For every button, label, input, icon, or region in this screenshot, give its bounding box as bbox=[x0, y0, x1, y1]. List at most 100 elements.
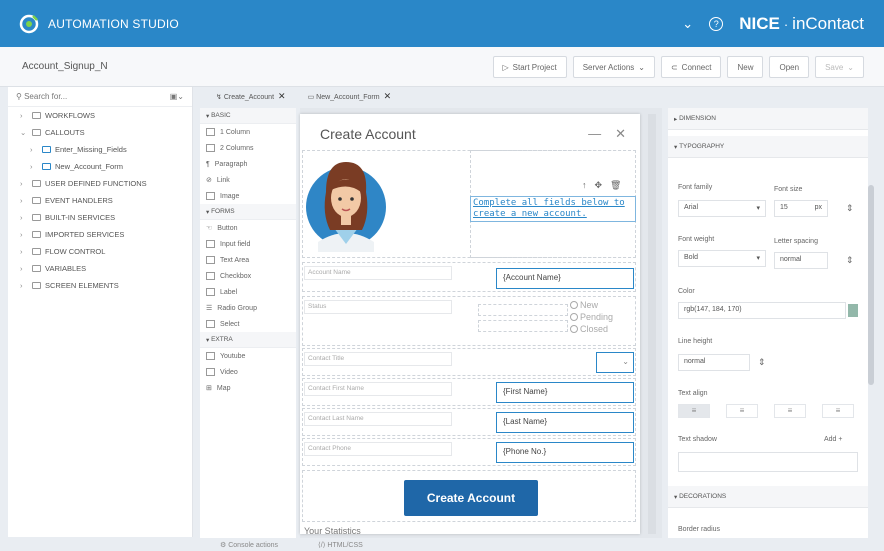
radio-circle-icon bbox=[570, 313, 578, 321]
phone-field[interactable]: {Phone No.} bbox=[496, 442, 634, 463]
palette-item-link[interactable]: ⊘ Link bbox=[200, 172, 296, 188]
align-center-button[interactable]: ≡ bbox=[726, 404, 758, 418]
section-decorations[interactable]: ▾ DECORATIONS bbox=[668, 486, 868, 508]
workflow-icon bbox=[32, 112, 41, 119]
folder-icon bbox=[32, 129, 41, 136]
text-shadow-field[interactable] bbox=[678, 452, 858, 472]
tree-item-imported-services[interactable]: › IMPORTED SERVICES bbox=[8, 226, 192, 243]
select-icon bbox=[206, 320, 215, 328]
stepper-icon[interactable]: ⇕ bbox=[846, 255, 854, 266]
align-left-button[interactable]: ≡ bbox=[678, 404, 710, 418]
tree-item-new-account-form[interactable]: › New_Account_Form bbox=[8, 158, 192, 175]
palette-item-paragraph[interactable]: ¶ Paragraph bbox=[200, 156, 296, 172]
chevron-down-icon[interactable]: ⌄ bbox=[682, 16, 693, 32]
palette-item-label[interactable]: Label bbox=[200, 284, 296, 300]
stepper-icon[interactable]: ⇕ bbox=[758, 357, 766, 368]
palette-section-forms[interactable]: ▾ FORMS bbox=[200, 204, 296, 220]
variable-icon bbox=[32, 265, 41, 272]
radio-pending[interactable]: Pending bbox=[570, 312, 613, 322]
palette-item-checkbox[interactable]: Checkbox bbox=[200, 268, 296, 284]
palette-item-button[interactable]: ☜ Button bbox=[200, 220, 296, 236]
align-justify-button[interactable]: ≡ bbox=[822, 404, 854, 418]
font-weight-select[interactable]: Bold ▾ bbox=[678, 250, 766, 267]
palette-item-1-column[interactable]: 1 Column bbox=[200, 124, 296, 140]
color-input[interactable]: rgb(147, 184, 170) bbox=[678, 302, 846, 319]
tab-new-account-form[interactable]: ▭ New_Account_Form ✕ bbox=[308, 91, 392, 102]
close-icon[interactable]: ✕ bbox=[278, 91, 286, 101]
section-dimension[interactable]: ▸ DIMENSION bbox=[668, 108, 868, 130]
explorer-search[interactable]: ⚲ Search for... ▣⌄ bbox=[8, 87, 192, 107]
palette-item-radio-group[interactable]: ☰ Radio Group bbox=[200, 300, 296, 316]
new-button[interactable]: New bbox=[727, 56, 764, 78]
connect-button[interactable]: ⊂ Connect bbox=[660, 56, 722, 78]
instruction-text[interactable]: Complete all fields below to create a ne… bbox=[470, 196, 636, 222]
palette-item-map[interactable]: ⊞ Map bbox=[200, 380, 296, 396]
last-name-field[interactable]: {Last Name} bbox=[496, 412, 634, 433]
line-height-input[interactable]: normal bbox=[678, 354, 750, 371]
palette-section-basic[interactable]: ▾ BASIC bbox=[200, 108, 296, 124]
html-css-tab[interactable]: ⟨/⟩ HTML/CSS bbox=[318, 541, 363, 549]
filter-icon[interactable]: ▣⌄ bbox=[170, 92, 184, 101]
font-size-input[interactable]: 15 px bbox=[774, 200, 828, 217]
tree-item-user-defined-functions[interactable]: › USER DEFINED FUNCTIONS bbox=[8, 175, 192, 192]
canvas-scrollbar[interactable] bbox=[648, 114, 656, 534]
form-icon bbox=[42, 163, 51, 170]
palette-item-youtube[interactable]: Youtube bbox=[200, 348, 296, 364]
editor-tabs: ↯ Create_Account ✕ ▭ New_Account_Form ✕ bbox=[200, 87, 660, 105]
add-text-shadow-button[interactable]: Add + bbox=[824, 436, 843, 443]
stepper-icon[interactable]: ⇕ bbox=[846, 203, 854, 214]
tree-item-event-handlers[interactable]: › EVENT HANDLERS bbox=[8, 192, 192, 209]
import-icon bbox=[32, 231, 41, 238]
align-right-button[interactable]: ≡ bbox=[774, 404, 806, 418]
contact-title-select[interactable]: ⌄ bbox=[596, 352, 634, 373]
console-actions-tab[interactable]: ⚙ Console actions bbox=[220, 541, 278, 549]
palette-item-text-area[interactable]: Text Area bbox=[200, 252, 296, 268]
server-actions-button[interactable]: Server Actions ⌄ bbox=[572, 56, 655, 78]
tree-item-callouts[interactable]: ⌄ CALLOUTS bbox=[8, 124, 192, 141]
play-icon: ▷ bbox=[502, 62, 509, 72]
tree-item-screen-elements[interactable]: › SCREEN ELEMENTS bbox=[8, 277, 192, 294]
radio-circle-icon bbox=[570, 301, 578, 309]
form-icon: ▭ bbox=[307, 93, 315, 101]
palette-item-2-columns[interactable]: 2 Columns bbox=[200, 140, 296, 156]
tree-item-built-in-services[interactable]: › BUILT-IN SERVICES bbox=[8, 209, 192, 226]
palette-item-select[interactable]: Select bbox=[200, 316, 296, 332]
palette-item-input-field[interactable]: Input field bbox=[200, 236, 296, 252]
palette-section-extra[interactable]: ▾ EXTRA bbox=[200, 332, 296, 348]
first-name-field[interactable]: {First Name} bbox=[496, 382, 634, 403]
project-name[interactable]: Account_Signup_N bbox=[22, 61, 108, 72]
help-icon[interactable]: ? bbox=[709, 16, 724, 31]
create-account-button[interactable]: Create Account bbox=[404, 480, 538, 516]
chevron-down-icon: ▾ bbox=[756, 255, 760, 262]
form-window[interactable]: Create Account — ✕ ↑ ✥ 🗑 Complete all fi… bbox=[300, 114, 640, 536]
save-button[interactable]: Save ⌄ bbox=[815, 56, 864, 78]
section-typography[interactable]: ▾ TYPOGRAPHY bbox=[668, 136, 868, 158]
font-family-select[interactable]: Arial ▾ bbox=[678, 200, 766, 217]
trash-icon[interactable]: 🗑 bbox=[610, 180, 621, 191]
tree-item-workflows[interactable]: › WORKFLOWS bbox=[8, 107, 192, 124]
account-name-field[interactable]: {Account Name} bbox=[496, 268, 634, 289]
automation-studio-logo-icon bbox=[19, 14, 39, 33]
radio-closed[interactable]: Closed bbox=[570, 324, 608, 334]
contact-title-label: Contact Title bbox=[304, 352, 452, 366]
letter-spacing-input[interactable]: normal bbox=[774, 252, 828, 269]
close-icon[interactable]: ✕ bbox=[615, 126, 626, 142]
radio-circle-icon bbox=[570, 325, 578, 333]
arrow-up-icon[interactable]: ↑ bbox=[582, 180, 587, 191]
radio-new[interactable]: New bbox=[570, 300, 598, 310]
tree-item-enter-missing-fields[interactable]: › Enter_Missing_Fields bbox=[8, 141, 192, 158]
tree-item-variables[interactable]: › VARIABLES bbox=[8, 260, 192, 277]
project-toolbar: Account_Signup_N ▷ Start Project Server A… bbox=[0, 47, 884, 87]
properties-scrollbar[interactable] bbox=[868, 185, 874, 385]
palette-item-video[interactable]: Video bbox=[200, 364, 296, 380]
start-project-button[interactable]: ▷ Start Project bbox=[492, 56, 567, 78]
move-icon[interactable]: ✥ bbox=[595, 180, 603, 191]
tab-create-account[interactable]: ↯ Create_Account ✕ bbox=[216, 91, 286, 102]
minimize-icon[interactable]: — bbox=[588, 126, 601, 142]
open-button[interactable]: Open bbox=[769, 56, 810, 78]
search-input[interactable]: Search for... bbox=[24, 92, 67, 101]
tree-item-flow-control[interactable]: › FLOW CONTROL bbox=[8, 243, 192, 260]
color-swatch[interactable] bbox=[848, 304, 858, 317]
palette-item-image[interactable]: Image bbox=[200, 188, 296, 204]
close-icon[interactable]: ✕ bbox=[384, 91, 392, 101]
